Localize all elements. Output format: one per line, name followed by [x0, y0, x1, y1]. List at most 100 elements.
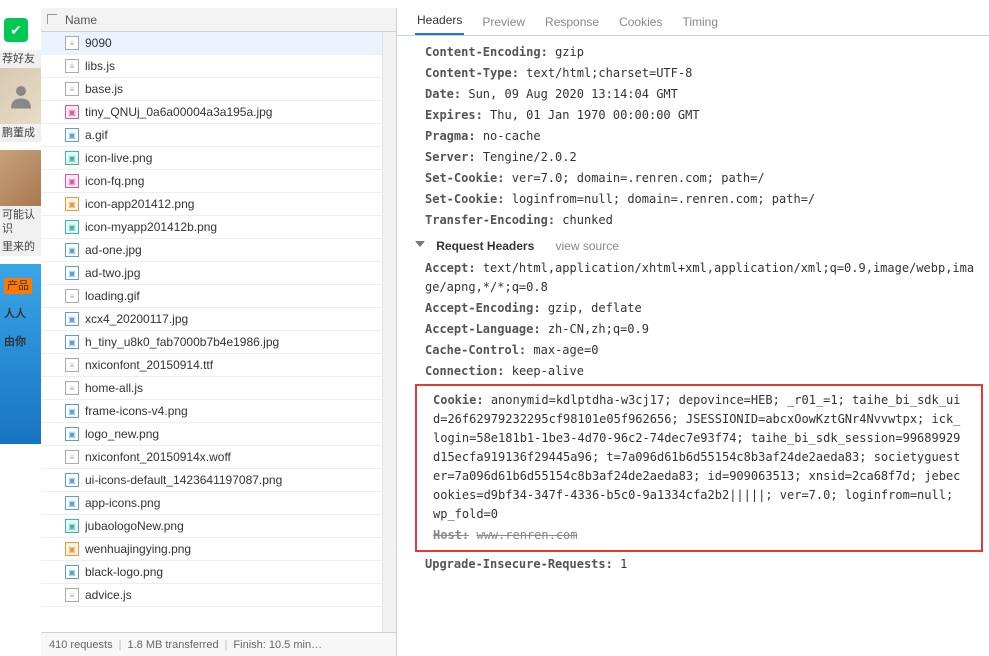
ad-block-2[interactable]: 可能认识 里来的: [0, 150, 41, 256]
corner-icon: [47, 14, 57, 24]
tab-preview[interactable]: Preview: [480, 9, 527, 35]
tab-timing[interactable]: Timing: [680, 9, 720, 35]
file-row[interactable]: ▣black-logo.png: [41, 561, 396, 584]
ad-block-3[interactable]: 产品 人人 由你: [0, 264, 41, 444]
file-row[interactable]: ▣tiny_QNUj_0a6a00004a3a195a.jpg: [41, 101, 396, 124]
header-key: Host:: [433, 528, 469, 542]
header-key: Content-Encoding:: [425, 45, 548, 59]
header-key: Cache-Control:: [425, 343, 526, 357]
file-row[interactable]: ▣ ad-two.jpg: [41, 262, 396, 285]
file-name: wenhuajingying.png: [85, 542, 191, 556]
file-name: h_tiny_u8k0_fab7000b7b4e1986.jpg: [85, 335, 279, 349]
tab-headers[interactable]: Headers: [415, 7, 464, 35]
file-row[interactable]: ≡ base.js: [41, 78, 396, 101]
file-name: base.js: [85, 82, 123, 96]
file-name: advice.js: [85, 588, 132, 602]
header-value: anonymid=kdlptdha-w3cj17; depovince=HEB;…: [433, 393, 960, 521]
file-row[interactable]: ≡home-all.js: [41, 377, 396, 400]
finish-time: Finish: 10.5 min…: [233, 639, 322, 651]
tab-cookies[interactable]: Cookies: [617, 9, 664, 35]
image-file-icon: ▣: [65, 174, 79, 188]
file-row[interactable]: ▣frame-icons-v4.png: [41, 400, 396, 423]
file-row[interactable]: ▣icon-live.png: [41, 147, 396, 170]
header-row: Upgrade-Insecure-Requests: 1: [415, 554, 989, 575]
file-row[interactable]: ▣ad-one.jpg: [41, 239, 396, 262]
file-name: icon-live.png: [85, 151, 152, 165]
file-row[interactable]: ▣ xcx4_20200117.jpg: [41, 308, 396, 331]
image-file-icon: ▣: [65, 312, 79, 326]
app-icon[interactable]: ✔: [4, 18, 28, 42]
header-value: no-cache: [483, 129, 541, 143]
file-row[interactable]: ▣icon-myapp201412b.png: [41, 216, 396, 239]
file-row[interactable]: ≡loading.gif: [41, 285, 396, 308]
image-file-icon: ▣: [65, 335, 79, 349]
header-key: Date:: [425, 87, 461, 101]
document-file-icon: ≡: [65, 82, 79, 96]
file-row[interactable]: ≡ advice.js: [41, 584, 396, 607]
header-row: Connection: keep-alive: [415, 361, 989, 382]
document-file-icon: ≡: [65, 289, 79, 303]
image-file-icon: ▣: [65, 105, 79, 119]
header-row: Accept-Encoding: gzip, deflate: [415, 298, 989, 319]
file-name: libs.js: [85, 59, 115, 73]
header-row: Expires: Thu, 01 Jan 1970 00:00:00 GMT: [415, 105, 989, 126]
network-file-panel: Name ≡ 9090 ≡ libs.js ≡ base.js ▣tiny_QNUj_0a6…: [41, 8, 397, 656]
file-row[interactable]: ▣logo_new.png: [41, 423, 396, 446]
image-file-icon: ▣: [65, 473, 79, 487]
file-row[interactable]: ▣icon-app201412.png: [41, 193, 396, 216]
header-key: Set-Cookie:: [425, 192, 504, 206]
detail-tabs: Headers Preview Response Cookies Timing: [397, 8, 989, 36]
document-file-icon: ≡: [65, 588, 79, 602]
header-row: Accept: text/html,application/xhtml+xml,…: [415, 258, 989, 298]
file-name: ad-one.jpg: [85, 243, 142, 257]
ad2-from: 里来的: [0, 238, 41, 256]
file-name: xcx4_20200117.jpg: [85, 312, 188, 326]
document-file-icon: ≡: [65, 59, 79, 73]
file-row[interactable]: ▣ui-icons-default_1423641197087.png: [41, 469, 396, 492]
header-value: gzip: [555, 45, 584, 59]
file-row[interactable]: ▣ icon-fq.png: [41, 170, 396, 193]
file-row[interactable]: ▣jubaologoNew.png: [41, 515, 396, 538]
header-key: Connection:: [425, 364, 504, 378]
file-name: 9090: [85, 36, 112, 50]
file-row[interactable]: ▣ h_tiny_u8k0_fab7000b7b4e1986.jpg: [41, 331, 396, 354]
header-value: Sun, 09 Aug 2020 13:14:04 GMT: [468, 87, 678, 101]
transfer-size: 1.8 MB transferred: [127, 639, 218, 651]
image-file-icon: ▣: [65, 404, 79, 418]
file-name: icon-fq.png: [85, 174, 144, 188]
header-value: 1: [620, 557, 627, 571]
file-row[interactable]: ≡ libs.js: [41, 55, 396, 78]
request-headers-section[interactable]: Request Headers view source: [415, 237, 989, 256]
view-source-link[interactable]: view source: [556, 239, 619, 253]
file-row[interactable]: ▣app-icons.png: [41, 492, 396, 515]
file-row[interactable]: ▣ a.gif: [41, 124, 396, 147]
ad1-image: [0, 68, 41, 124]
header-row: Content-Type: text/html;charset=UTF-8: [415, 63, 989, 84]
ad1-title: 荐好友: [0, 50, 41, 68]
file-name: ad-two.jpg: [85, 266, 140, 280]
header-value: Tengine/2.0.2: [483, 150, 577, 164]
network-status-bar: 410 requests | 1.8 MB transferred | Fini…: [41, 632, 396, 656]
file-row[interactable]: ≡nxiconfont_20150914x.woff: [41, 446, 396, 469]
header-key: Upgrade-Insecure-Requests:: [425, 557, 613, 571]
file-list-header[interactable]: Name: [41, 8, 396, 32]
file-name: a.gif: [85, 128, 108, 142]
file-row[interactable]: ▣wenhuajingying.png: [41, 538, 396, 561]
header-row: Accept-Language: zh-CN,zh;q=0.9: [415, 319, 989, 340]
image-file-icon: ▣: [65, 128, 79, 142]
file-row[interactable]: ≡ 9090: [41, 32, 396, 55]
headers-body[interactable]: Content-Encoding: gzip Content-Type: text…: [397, 36, 989, 656]
file-row[interactable]: ≡nxiconfont_20150914.ttf: [41, 354, 396, 377]
image-file-icon: ▣: [65, 266, 79, 280]
file-list[interactable]: ≡ 9090 ≡ libs.js ≡ base.js ▣tiny_QNUj_0a6a0000…: [41, 32, 396, 632]
header-key: Expires:: [425, 108, 483, 122]
document-file-icon: ≡: [65, 450, 79, 464]
header-row-host: Host: www.renren.com: [423, 525, 977, 546]
tab-response[interactable]: Response: [543, 9, 601, 35]
ad-block-1[interactable]: 荐好友 鹏董成: [0, 50, 41, 142]
header-row: Date: Sun, 09 Aug 2020 13:14:04 GMT: [415, 84, 989, 105]
file-list-scrollbar[interactable]: [382, 32, 396, 632]
left-rail: ✔ 荐好友 鹏董成 可能认识 里来的 产品 人人 由你: [0, 8, 41, 638]
document-file-icon: ≡: [65, 36, 79, 50]
header-row: Cache-Control: max-age=0: [415, 340, 989, 361]
